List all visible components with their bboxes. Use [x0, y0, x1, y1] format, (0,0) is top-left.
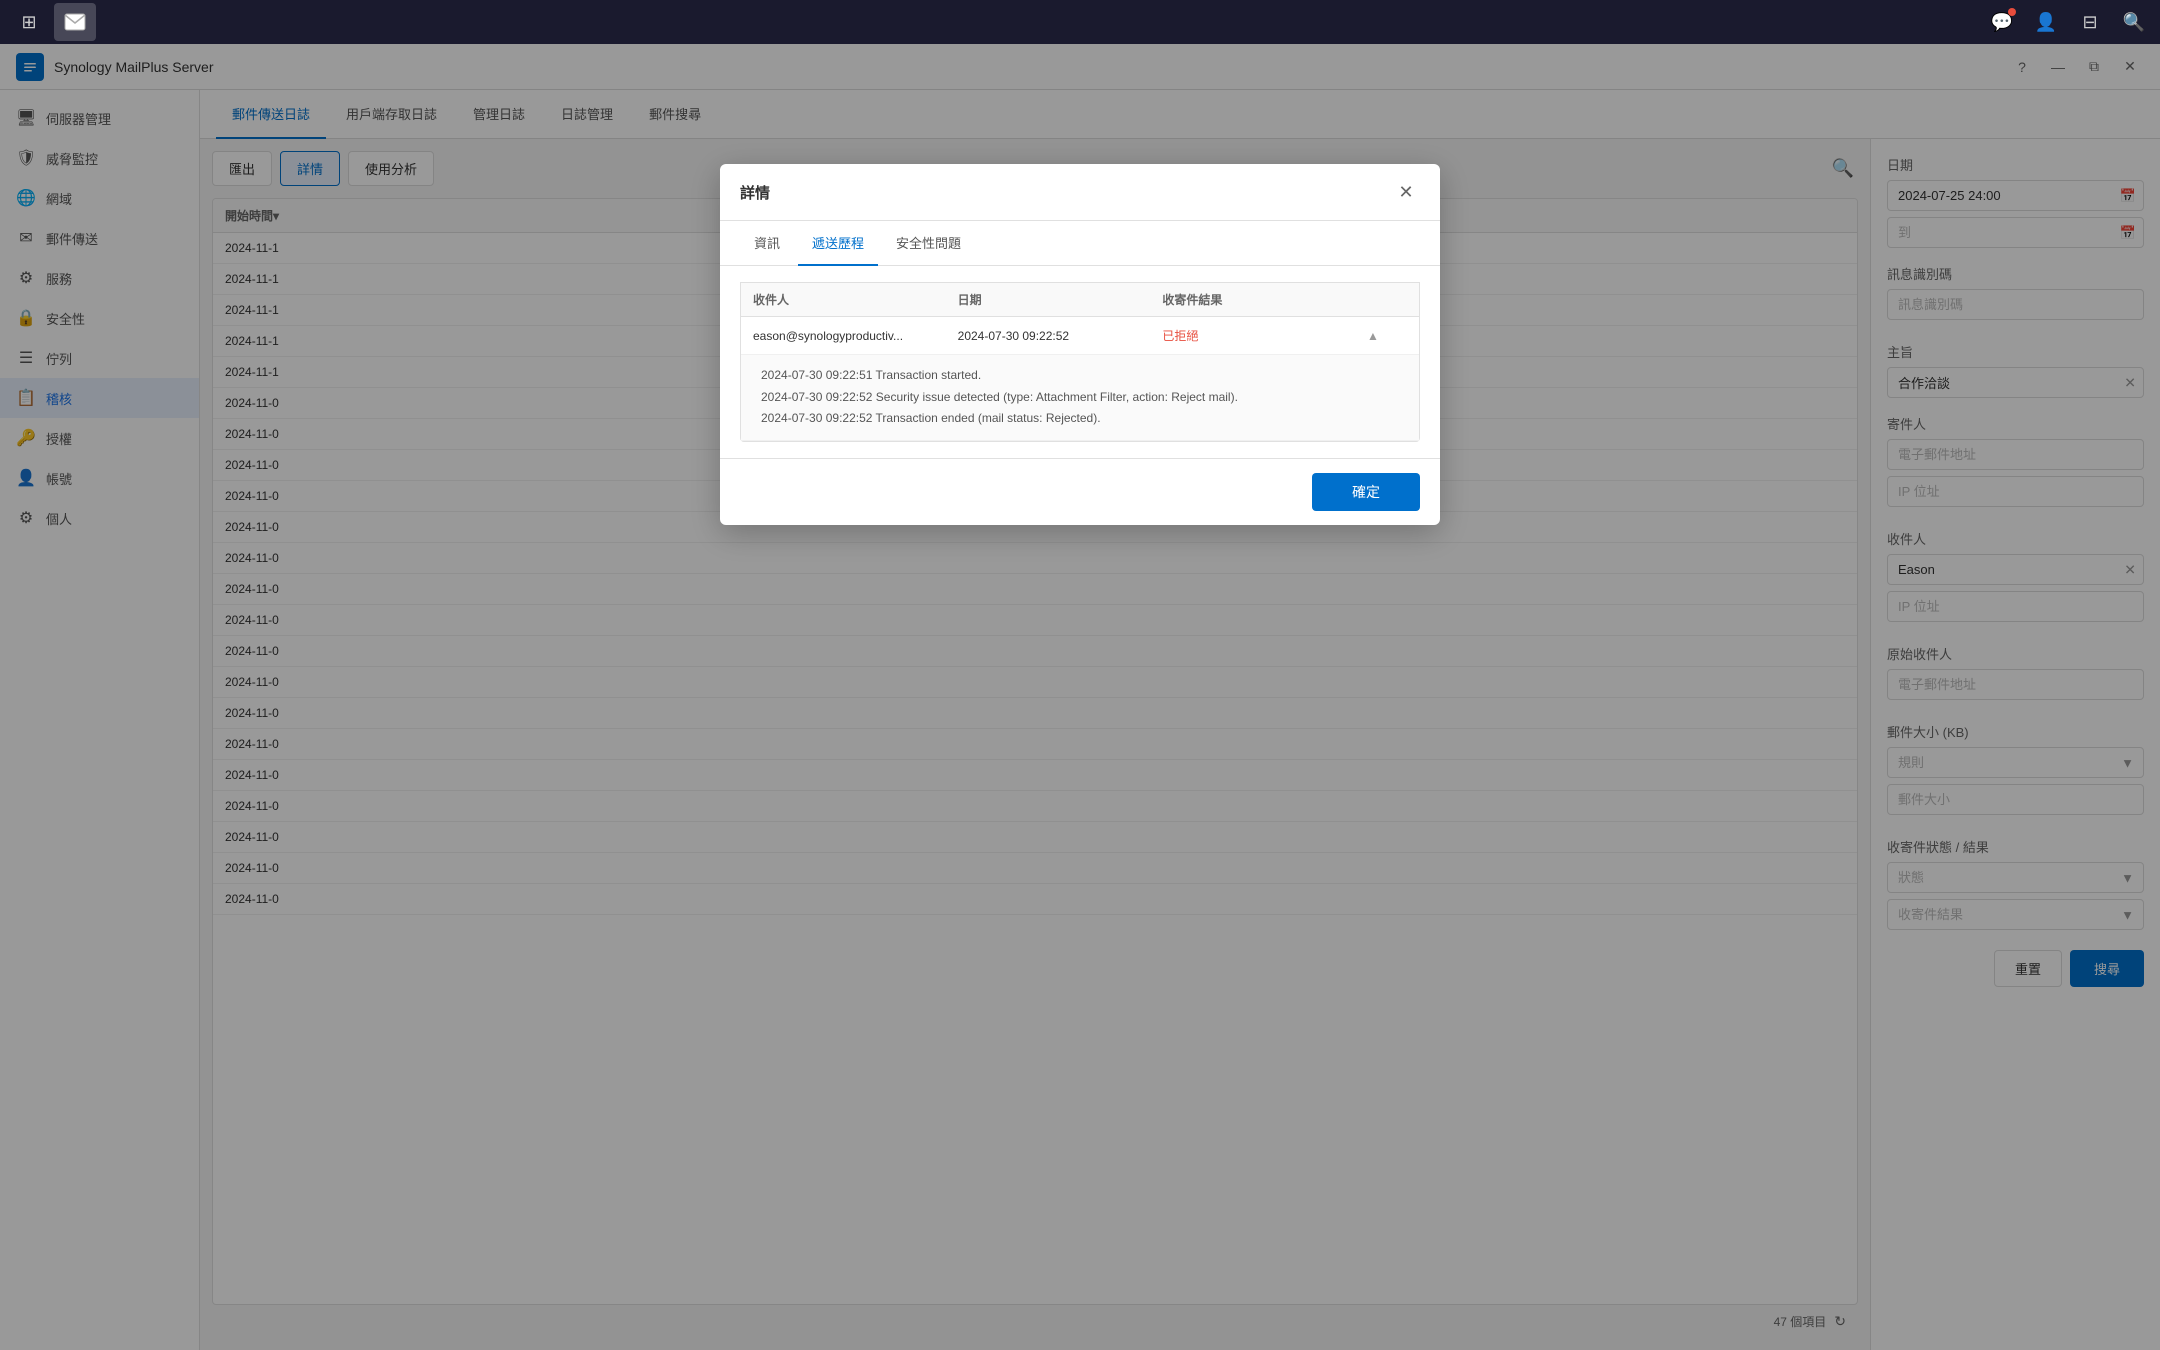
modal-col-recipient: 收件人: [753, 291, 958, 308]
modal-header: 詳情 ✕: [720, 164, 1440, 221]
modal-table-body: eason@synologyproductiv... 2024-07-30 09…: [740, 316, 1420, 442]
grid-taskbar-icon[interactable]: ⊞: [8, 3, 50, 41]
mail-taskbar-icon[interactable]: [54, 3, 96, 41]
modal-col-date: 日期: [958, 291, 1163, 308]
modal-footer: 確定: [720, 458, 1440, 525]
modal-table-header: 收件人 日期 收寄件結果: [740, 282, 1420, 316]
confirm-button[interactable]: 確定: [1312, 473, 1420, 511]
modal-col-result: 收寄件結果: [1162, 291, 1367, 308]
search-taskbar-icon[interactable]: 🔍: [2116, 4, 2152, 40]
modal-tabs: 資訊 遞送歷程 安全性問題: [720, 221, 1440, 266]
row-date: 2024-07-30 09:22:52: [958, 329, 1163, 343]
taskbar-right: 💬 👤 ⊟ 🔍: [1984, 4, 2152, 40]
row-recipient: eason@synologyproductiv...: [753, 329, 958, 343]
detail-line-3: 2024-07-30 09:22:52 Transaction ended (m…: [761, 408, 1399, 430]
desktop-taskbar-icon[interactable]: ⊟: [2072, 4, 2108, 40]
user-taskbar-icon[interactable]: 👤: [2028, 4, 2064, 40]
expanded-detail: 2024-07-30 09:22:51 Transaction started.…: [741, 355, 1419, 441]
row-result: 已拒絕: [1162, 327, 1367, 344]
modal-overlay: 詳情 ✕ 資訊 遞送歷程 安全性問題 收件人 日期 收寄件結果 eason@sy…: [0, 44, 2160, 1350]
detail-line-2: 2024-07-30 09:22:52 Security issue detec…: [761, 387, 1399, 409]
detail-modal: 詳情 ✕ 資訊 遞送歷程 安全性問題 收件人 日期 收寄件結果 eason@sy…: [720, 164, 1440, 525]
row-expand-icon[interactable]: ▲: [1367, 329, 1407, 343]
notification-dot: [2008, 8, 2016, 16]
app-window: ⊞ 💬 👤 ⊟ 🔍 Synology Mai: [0, 0, 2160, 1350]
modal-col-expand: [1367, 291, 1407, 308]
modal-table-row[interactable]: eason@synologyproductiv... 2024-07-30 09…: [741, 317, 1419, 355]
detail-line-1: 2024-07-30 09:22:51 Transaction started.: [761, 365, 1399, 387]
modal-tab-info[interactable]: 資訊: [740, 221, 794, 266]
chat-taskbar-icon[interactable]: 💬: [1984, 4, 2020, 40]
taskbar: ⊞ 💬 👤 ⊟ 🔍: [0, 0, 2160, 44]
modal-tab-delivery[interactable]: 遞送歷程: [798, 221, 878, 266]
modal-title: 詳情: [740, 182, 770, 203]
modal-close-button[interactable]: ✕: [1392, 178, 1420, 206]
modal-body: 收件人 日期 收寄件結果 eason@synologyproductiv... …: [720, 266, 1440, 458]
modal-tab-security[interactable]: 安全性問題: [882, 221, 975, 266]
